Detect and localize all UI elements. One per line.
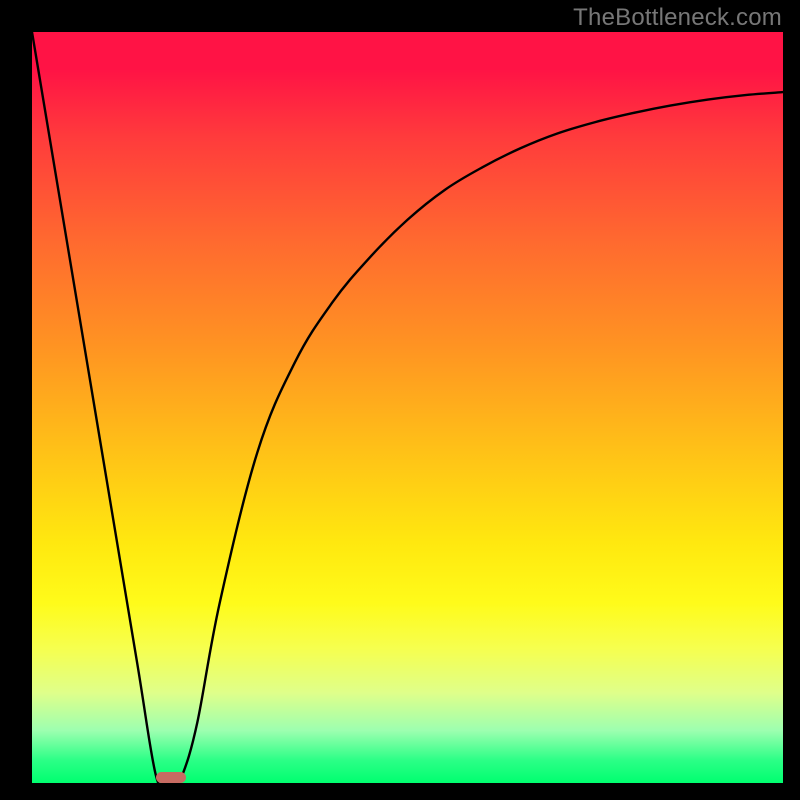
optimal-range-marker: [156, 772, 186, 783]
bottleneck-curve: [32, 32, 783, 783]
plot-area: [32, 32, 783, 783]
chart-frame: TheBottleneck.com: [0, 0, 800, 800]
watermark-text: TheBottleneck.com: [573, 4, 782, 32]
